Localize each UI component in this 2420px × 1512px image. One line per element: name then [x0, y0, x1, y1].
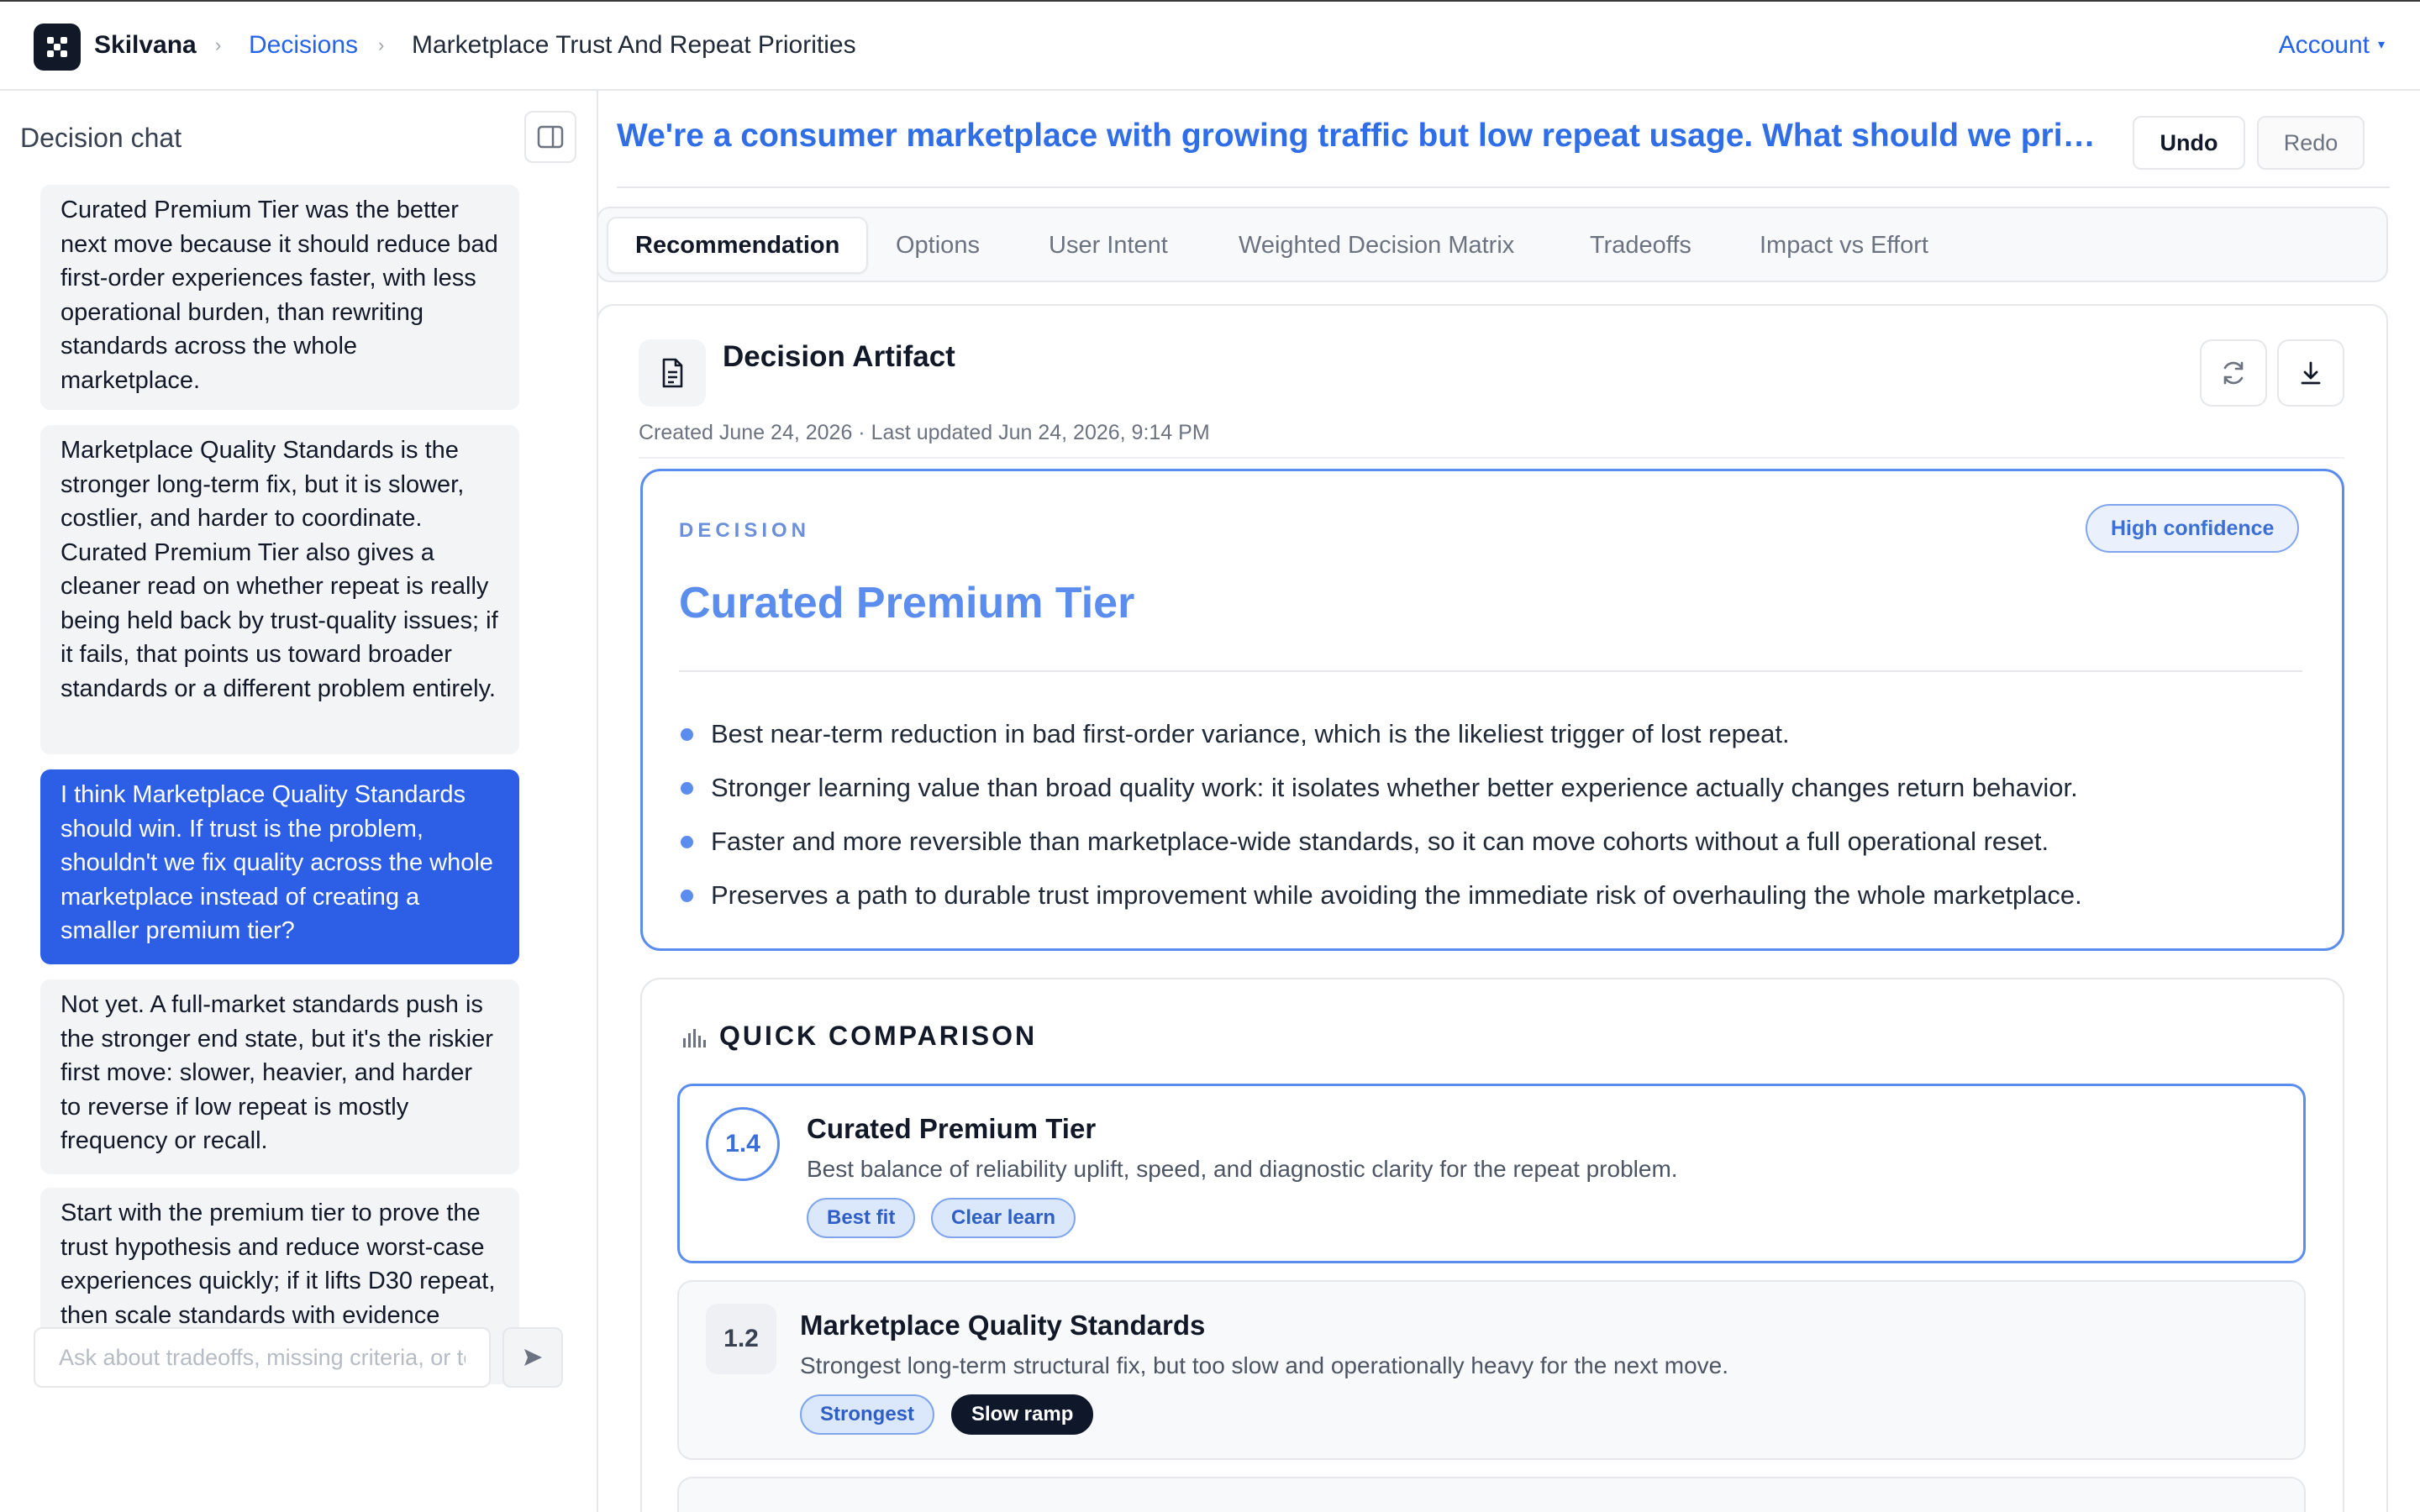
refresh-icon — [2223, 361, 2244, 385]
top-bar: Skilvana › Decisions › Marketplace Trust… — [0, 0, 2420, 91]
chat-message-assistant: Curated Premium Tier was the better next… — [40, 185, 519, 410]
document-icon — [639, 339, 706, 407]
option-tag: Strongest — [800, 1394, 935, 1435]
tab-options[interactable]: Options — [896, 217, 980, 274]
send-arrow-icon — [524, 1349, 542, 1366]
rationale-item: Stronger learning value than broad quali… — [681, 771, 2082, 805]
breadcrumb-current: Marketplace Trust And Repeat Priorities — [412, 31, 856, 59]
option-title: Curated Premium Tier — [807, 1113, 1097, 1144]
chat-message-user: I think Marketplace Quality Standards sh… — [40, 769, 519, 964]
comparison-option[interactable] — [677, 1477, 2306, 1512]
decision-title: Curated Premium Tier — [679, 579, 1135, 627]
sidebar-title: Decision chat — [20, 123, 182, 153]
decision-question[interactable]: We're a consumer marketplace with growin… — [617, 116, 2104, 156]
chevron-down-icon: ▾ — [2377, 38, 2385, 52]
option-score: 1.2 — [706, 1304, 776, 1374]
refresh-button[interactable] — [2200, 339, 2267, 407]
option-tag: Best fit — [807, 1198, 916, 1238]
divider — [617, 186, 2390, 188]
redo-button[interactable]: Redo — [2257, 116, 2365, 170]
rationale-item: Faster and more reversible than marketpl… — [681, 825, 2082, 858]
decision-rationale-list: Best near-term reduction in bad first-or… — [681, 717, 2082, 932]
tab-tradeoffs[interactable]: Tradeoffs — [1590, 217, 1691, 274]
rationale-item: Preserves a path to durable trust improv… — [681, 879, 2082, 912]
option-score: 1.4 — [706, 1107, 780, 1181]
option-tag: Clear learn — [931, 1198, 1076, 1238]
breadcrumb-chevron-icon: › — [378, 34, 385, 55]
quick-comparison-title: QUICK COMPARISON — [719, 1021, 1038, 1051]
divider — [639, 457, 2344, 459]
skilvana-logo-icon[interactable] — [34, 24, 81, 71]
sidebar-toggle-icon — [537, 125, 564, 149]
bar-chart-icon — [683, 1029, 706, 1047]
send-button[interactable] — [502, 1327, 563, 1388]
artifact-title: Decision Artifact — [723, 340, 955, 373]
breadcrumb-decisions-link[interactable]: Decisions — [249, 30, 358, 60]
divider — [679, 670, 2302, 672]
option-tag: Slow ramp — [951, 1394, 1094, 1435]
tab-impact-vs-effort[interactable]: Impact vs Effort — [1760, 217, 1928, 274]
download-icon — [2301, 361, 2321, 385]
brand-name[interactable]: Skilvana — [94, 30, 197, 60]
chat-message-assistant: Not yet. A full-market standards push is… — [40, 979, 519, 1174]
sidebar-toggle-button[interactable] — [524, 111, 576, 163]
confidence-badge: High confidence — [2086, 504, 2300, 553]
artifact-timestamps: Created June 24, 2026 · Last updated Jun… — [639, 421, 1210, 444]
decision-label: DECISION — [679, 519, 811, 542]
download-button[interactable] — [2277, 339, 2344, 407]
option-description: Best balance of reliability uplift, spee… — [807, 1156, 1678, 1182]
tab-user-intent[interactable]: User Intent — [1049, 217, 1168, 274]
chat-message-assistant: Marketplace Quality Standards is the str… — [40, 425, 519, 754]
rationale-item: Best near-term reduction in bad first-or… — [681, 717, 2082, 751]
tab-bar: Recommendation Options User Intent Weigh… — [597, 207, 2388, 282]
account-menu[interactable]: Account ▾ — [2279, 30, 2385, 60]
undo-button[interactable]: Undo — [2133, 116, 2245, 170]
tab-recommendation[interactable]: Recommendation — [607, 217, 869, 274]
option-description: Strongest long-term structural fix, but … — [800, 1352, 1729, 1378]
account-label: Account — [2278, 31, 2370, 59]
tab-weighted-decision-matrix[interactable]: Weighted Decision Matrix — [1239, 217, 1514, 274]
option-title: Marketplace Quality Standards — [800, 1310, 1206, 1341]
breadcrumb-chevron-icon: › — [215, 34, 222, 55]
chat-input[interactable] — [34, 1327, 491, 1388]
